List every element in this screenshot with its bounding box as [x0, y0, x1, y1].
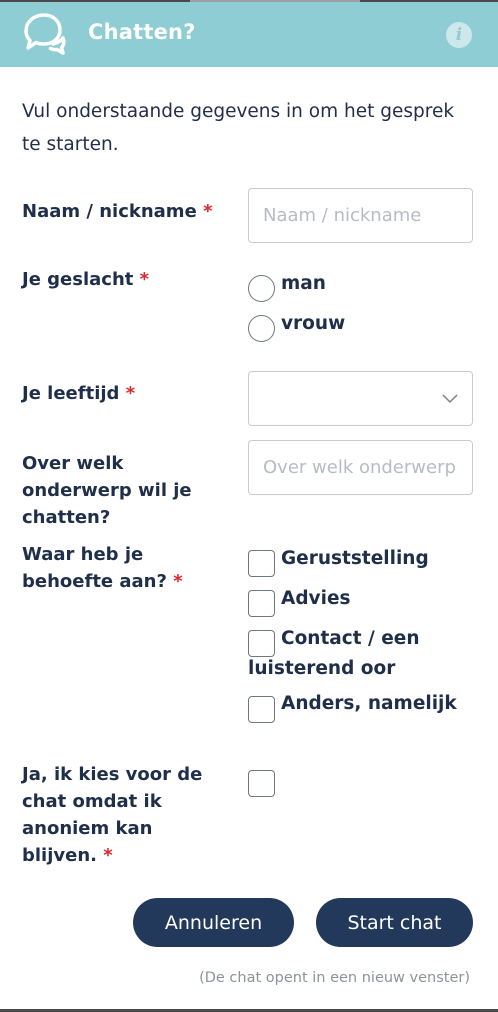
- anonymous-checkbox[interactable]: [248, 770, 275, 797]
- anonymous-label: Ja, ik kies voor de chat omdat ik anonie…: [22, 764, 203, 866]
- gender-option-vrouw-label: vrouw: [281, 313, 346, 334]
- need-option-anders-label: Anders, namelijk: [281, 693, 457, 714]
- new-window-note: (De chat opent in een nieuw venster): [199, 970, 470, 986]
- need-option-advies-label: Advies: [281, 588, 351, 609]
- intro-text: Vul onderstaande gegevens in om het gesp…: [22, 101, 455, 155]
- name-label: Naam / nickname *: [22, 201, 213, 222]
- required-mark: *: [103, 845, 113, 866]
- required-mark: *: [173, 571, 183, 592]
- age-label: Je leeftijd *: [22, 383, 136, 404]
- info-icon[interactable]: i: [446, 22, 472, 48]
- topic-label: Over welk onderwerp wil je chatten?: [22, 453, 192, 528]
- need-checkbox-advies[interactable]: [248, 590, 275, 617]
- topic-input[interactable]: [248, 440, 473, 495]
- cancel-button[interactable]: Annuleren: [133, 898, 294, 947]
- required-mark: *: [139, 269, 150, 290]
- gender-label: Je geslacht *: [22, 269, 150, 290]
- need-checkbox-geruststelling[interactable]: [248, 550, 275, 577]
- need-checkbox-anders[interactable]: [248, 696, 275, 723]
- chat-header: Chatten? i: [0, 2, 498, 67]
- name-input[interactable]: [248, 188, 473, 243]
- need-label: Waar heb je behoefte aan? *: [22, 544, 183, 592]
- required-mark: *: [125, 383, 136, 404]
- age-select[interactable]: [248, 371, 473, 426]
- need-option-contact-label: Contact / een luisterend oor: [248, 628, 420, 679]
- need-option-geruststelling-label: Geruststelling: [281, 548, 429, 569]
- chevron-down-icon: [442, 394, 458, 404]
- gender-option-man-label: man: [281, 273, 326, 294]
- header-title: Chatten?: [88, 20, 196, 44]
- gender-radio-vrouw[interactable]: [248, 315, 275, 342]
- gender-radio-man[interactable]: [248, 275, 275, 302]
- start-chat-button[interactable]: Start chat: [316, 898, 473, 947]
- chat-bubbles-icon: [24, 13, 66, 55]
- required-mark: *: [203, 201, 213, 222]
